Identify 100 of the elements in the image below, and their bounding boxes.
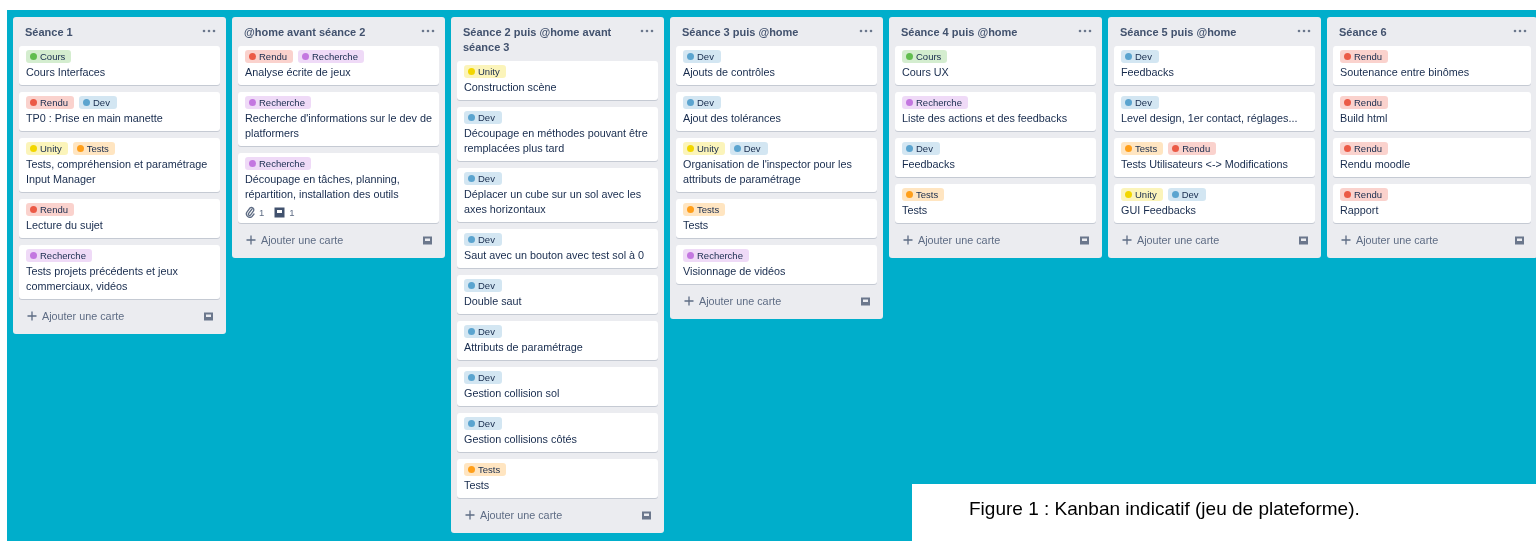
- task-card[interactable]: Dev Gestion collisions côtés: [457, 413, 658, 452]
- task-card[interactable]: Tests Tests: [676, 199, 877, 238]
- card-title: Rapport: [1340, 203, 1380, 218]
- task-card[interactable]: Rendu Dev TP0 : Prise en main manette: [19, 92, 220, 131]
- task-card[interactable]: Rendu Soutenance entre binômes: [1333, 46, 1531, 85]
- label-text: Unity: [40, 143, 62, 154]
- add-card-button[interactable]: Ajouter une carte: [903, 232, 1001, 248]
- plus-icon[interactable]: [1122, 235, 1132, 245]
- label-text: Rendu: [259, 51, 287, 62]
- more-icon[interactable]: [1078, 29, 1092, 33]
- more-icon[interactable]: [202, 29, 216, 33]
- label-text: Recherche: [259, 158, 305, 169]
- badge-count: 1: [259, 206, 265, 218]
- task-card[interactable]: Rendu Recherche Analyse écrite de jeux: [238, 46, 439, 85]
- add-card-button[interactable]: Ajouter une carte: [684, 293, 782, 309]
- label-text: Dev: [478, 418, 495, 429]
- card-title: Déplacer un cube sur un sol avec les axes horizontaux: [464, 187, 643, 217]
- card-title: Tests: [683, 218, 710, 233]
- list-title: Séance 4 puis @home: [901, 25, 1019, 40]
- list-title: Séance 5 puis @home: [1120, 25, 1238, 40]
- task-card[interactable]: Dev Feedbacks: [895, 138, 1096, 177]
- task-card[interactable]: Recherche Tests projets précédents et jeux commerciaux, vidéos: [19, 245, 220, 299]
- label-text: Rendu: [40, 97, 68, 108]
- template-icon[interactable]: [203, 310, 214, 322]
- more-icon[interactable]: [1513, 29, 1527, 33]
- label-text: Rendu: [40, 204, 68, 215]
- task-card[interactable]: Dev Saut avec un bouton avec test sol à 0: [457, 229, 658, 268]
- card-title: Feedbacks: [1121, 65, 1175, 80]
- label-text: Dev: [916, 143, 933, 154]
- plus-icon[interactable]: [246, 235, 256, 245]
- label-text: Dev: [93, 97, 110, 108]
- task-card[interactable]: Dev Ajouts de contrôles: [676, 46, 877, 85]
- plus-icon[interactable]: [684, 296, 694, 306]
- add-card-button[interactable]: Ajouter une carte: [1122, 232, 1220, 248]
- task-card[interactable]: Unity Tests Tests, compréhension et paramétrage Input Manager: [19, 138, 220, 192]
- label-text: Tests: [86, 143, 109, 154]
- label-text: Rendu: [1182, 143, 1211, 154]
- task-card[interactable]: Dev Gestion collision sol: [457, 367, 658, 406]
- add-card-button[interactable]: Ajouter une carte: [465, 507, 563, 523]
- task-card[interactable]: Recherche Visionnage de vidéos: [676, 245, 877, 284]
- task-card[interactable]: Dev Feedbacks: [1114, 46, 1315, 85]
- label-text: Tests: [478, 464, 501, 475]
- add-card-button[interactable]: Ajouter une carte: [1341, 232, 1439, 248]
- task-card[interactable]: Rendu Build html: [1333, 92, 1531, 131]
- task-card[interactable]: Dev Level design, 1er contact, réglages...: [1114, 92, 1315, 131]
- tray-icon[interactable]: [274, 206, 286, 218]
- more-icon[interactable]: [421, 29, 435, 33]
- task-card[interactable]: Tests Tests: [895, 184, 1096, 223]
- task-card[interactable]: Cours Cours Interfaces: [19, 46, 220, 85]
- card-title: Ajout des tolérances: [683, 111, 782, 126]
- plus-icon[interactable]: [465, 510, 475, 520]
- task-card[interactable]: Unity Dev GUI Feedbacks: [1114, 184, 1315, 223]
- label-text: Dev: [743, 143, 761, 154]
- task-card[interactable]: Rendu Lecture du sujet: [19, 199, 220, 238]
- task-card[interactable]: Recherche Recherche d'informations sur le dev de platformers: [238, 92, 439, 146]
- template-icon[interactable]: [641, 509, 652, 521]
- template-icon[interactable]: [1298, 234, 1309, 246]
- task-card[interactable]: Cours Cours UX: [895, 46, 1096, 85]
- more-icon[interactable]: [859, 29, 873, 33]
- task-card[interactable]: Dev Déplacer un cube sur un sol avec les axes horizontaux: [457, 168, 658, 222]
- card-title: Cours UX: [902, 65, 950, 80]
- card-title: Organisation de l'inspector pour les attributs de paramétrage: [683, 157, 853, 187]
- label-text: Dev: [697, 97, 714, 108]
- more-icon[interactable]: [1297, 29, 1311, 33]
- task-card[interactable]: Tests Rendu Tests Utilisateurs <-> Modifications: [1114, 138, 1315, 177]
- task-card[interactable]: Dev Attributs de paramétrage: [457, 321, 658, 360]
- card-title: Ajouts de contrôles: [683, 65, 776, 80]
- template-icon[interactable]: [860, 295, 871, 307]
- task-card[interactable]: Dev Découpage en méthodes pouvant être remplacées plus tard: [457, 107, 658, 161]
- task-card[interactable]: Dev Double saut: [457, 275, 658, 314]
- card-title: Gestion collision sol: [464, 386, 561, 401]
- plus-icon[interactable]: [1341, 235, 1351, 245]
- task-card[interactable]: Rendu Rendu moodle: [1333, 138, 1531, 177]
- list-title: Séance 2 puis @home avant séance 3: [463, 25, 613, 55]
- task-card[interactable]: Tests Tests: [457, 459, 658, 498]
- card-title: Analyse écrite de jeux: [245, 65, 352, 80]
- task-card[interactable]: Unity Construction scène: [457, 61, 658, 100]
- template-icon[interactable]: [422, 234, 433, 246]
- task-card[interactable]: Dev Ajout des tolérances: [676, 92, 877, 131]
- label-text: Dev: [478, 234, 495, 245]
- label-text: Recherche: [40, 250, 86, 261]
- task-card[interactable]: Unity Dev Organisation de l'inspector pour les attributs de paramétrage: [676, 138, 877, 192]
- task-card[interactable]: Recherche Découpage en tâches, planning, répartition, installation des outils 1 1: [238, 153, 439, 223]
- task-card[interactable]: Rendu Rapport: [1333, 184, 1531, 223]
- template-icon[interactable]: [1079, 234, 1090, 246]
- label-text: Recherche: [916, 97, 962, 108]
- paperclip-icon[interactable]: [245, 206, 255, 218]
- card-title: Double saut: [464, 294, 523, 309]
- more-icon[interactable]: [640, 29, 654, 33]
- label-text: Tests: [916, 189, 939, 200]
- label-text: Cours: [916, 51, 942, 62]
- label-text: Rendu: [1354, 143, 1382, 154]
- plus-icon[interactable]: [903, 235, 913, 245]
- label-text: Rendu: [1354, 189, 1382, 200]
- task-card[interactable]: Recherche Liste des actions et des feedbacks: [895, 92, 1096, 131]
- template-icon[interactable]: [1514, 234, 1525, 246]
- card-title: Découpage en méthodes pouvant être remplacées plus tard: [464, 126, 649, 156]
- add-card-button[interactable]: Ajouter une carte: [246, 232, 344, 248]
- add-card-button[interactable]: Ajouter une carte: [27, 308, 125, 324]
- plus-icon[interactable]: [27, 311, 37, 321]
